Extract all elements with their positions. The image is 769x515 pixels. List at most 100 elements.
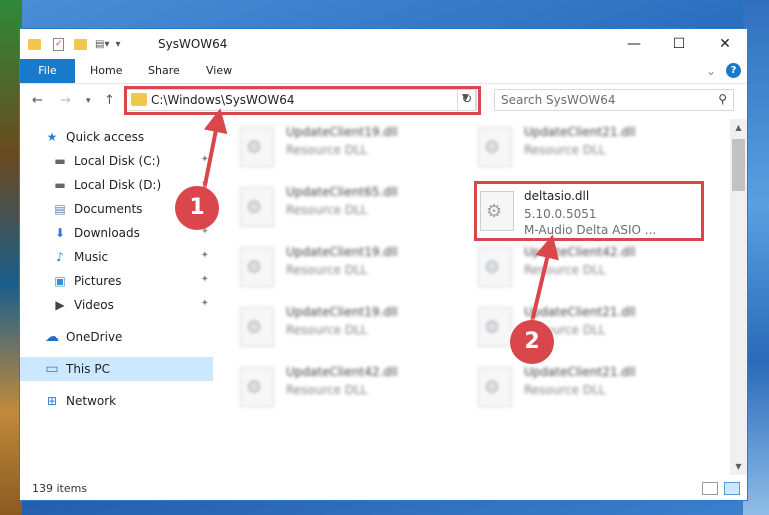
- file-name: UpdateClient21.dll: [524, 305, 636, 319]
- help-icon[interactable]: ?: [726, 63, 741, 78]
- sidebar-item-label: This PC: [66, 362, 110, 376]
- cloud-icon: ☁: [45, 329, 59, 345]
- file-name: UpdateClient42.dll: [524, 245, 636, 259]
- search-icon[interactable]: ⚲: [718, 92, 727, 106]
- pin-icon[interactable]: ✦: [201, 154, 209, 165]
- navigation-bar: ← → ▾ ↑ C:\Windows\SysWOW64 ▼ ↻ ⚲: [20, 85, 747, 117]
- dll-file-icon: ⚙: [240, 187, 274, 227]
- scroll-up-icon[interactable]: ▲: [730, 119, 747, 136]
- back-arrow-icon[interactable]: ←: [32, 93, 43, 108]
- file-name: UpdateClient19.dll: [286, 125, 398, 139]
- sidebar-item-label: Quick access: [66, 130, 145, 144]
- file-type: Resource DLL: [524, 143, 606, 157]
- title-bar: ✓ ▤▾ ▾ SysWOW64 — ☐ ✕: [20, 29, 747, 59]
- sidebar-item-label: Local Disk (D:): [74, 178, 162, 192]
- gear-icon: ⚙: [246, 317, 263, 338]
- expand-ribbon-icon[interactable]: ⌄: [706, 64, 716, 78]
- drive-icon: ▬: [54, 154, 66, 168]
- file-tile[interactable]: ⚙ UpdateClient42.dll Resource DLL: [228, 359, 448, 415]
- file-type: Resource DLL: [524, 263, 606, 277]
- sidebar-item-videos[interactable]: ▶ Videos ✦: [20, 293, 213, 317]
- pin-icon[interactable]: ✦: [201, 250, 209, 261]
- network-icon: ⊞: [46, 394, 58, 408]
- status-bar: 139 items: [20, 477, 747, 500]
- maximize-button[interactable]: ☐: [656, 29, 702, 59]
- sidebar-item-local-disk-c[interactable]: ▬ Local Disk (C:) ✦: [20, 149, 213, 173]
- search-box[interactable]: ⚲: [494, 89, 734, 111]
- file-name: UpdateClient42.dll: [286, 365, 398, 379]
- star-icon: ★: [46, 130, 58, 144]
- dll-file-icon: ⚙: [478, 307, 512, 347]
- pin-icon[interactable]: ✦: [201, 298, 209, 309]
- pin-icon[interactable]: ✦: [201, 274, 209, 285]
- ribbon-tabs: File Home Share View ⌄ ?: [20, 59, 747, 84]
- tab-view[interactable]: View: [198, 59, 240, 83]
- navigation-pane: ★ Quick access ▬ Local Disk (C:) ✦ ▬ Loc…: [20, 121, 213, 476]
- dll-file-icon: ⚙: [240, 307, 274, 347]
- sidebar-item-label: Local Disk (C:): [74, 154, 161, 168]
- file-type: Resource DLL: [286, 143, 368, 157]
- pictures-icon: ▣: [54, 274, 66, 288]
- sidebar-item-pictures[interactable]: ▣ Pictures ✦: [20, 269, 213, 293]
- dll-file-icon: ⚙: [240, 247, 274, 287]
- details-view-icon[interactable]: [702, 482, 718, 495]
- file-highlight-box: [474, 181, 704, 241]
- sidebar-item-label: Documents: [74, 202, 143, 216]
- close-button[interactable]: ✕: [702, 29, 747, 59]
- file-name: UpdateClient21.dll: [524, 125, 636, 139]
- search-input[interactable]: [495, 90, 717, 110]
- sidebar-item-quick-access[interactable]: ★ Quick access: [20, 125, 213, 149]
- dll-file-icon: ⚙: [478, 247, 512, 287]
- sidebar-item-this-pc[interactable]: ▭ This PC: [20, 357, 213, 381]
- file-type: Resource DLL: [286, 203, 368, 217]
- quick-access-toolbar: ✓ ▤▾ ▾: [28, 35, 121, 53]
- file-tile[interactable]: ⚙ UpdateClient21.dll Resource DLL: [466, 119, 686, 175]
- videos-icon: ▶: [55, 298, 65, 312]
- sidebar-item-label: OneDrive: [66, 330, 123, 344]
- scroll-thumb[interactable]: [732, 139, 745, 191]
- file-tile[interactable]: ⚙ UpdateClient19.dll Resource DLL: [228, 119, 448, 175]
- file-type: Resource DLL: [286, 383, 368, 397]
- new-folder-icon[interactable]: [74, 38, 87, 50]
- file-tile[interactable]: ⚙ UpdateClient42.dll Resource DLL: [466, 239, 686, 295]
- gear-icon: ⚙: [246, 137, 263, 158]
- gear-icon: ⚙: [484, 257, 501, 278]
- file-name: UpdateClient65.dll: [286, 185, 398, 199]
- properties-icon[interactable]: ✓: [53, 37, 64, 51]
- folder-icon[interactable]: [28, 38, 41, 50]
- sidebar-item-label: Network: [66, 394, 117, 408]
- file-tile[interactable]: ⚙ UpdateClient19.dll Resource DLL: [228, 239, 448, 295]
- sidebar-item-label: Videos: [74, 298, 114, 312]
- minimize-button[interactable]: —: [611, 29, 657, 59]
- item-count: 139 items: [32, 482, 88, 495]
- tab-home[interactable]: Home: [82, 59, 130, 83]
- toolbar-dropdown-icon[interactable]: ▾: [115, 39, 120, 50]
- sidebar-item-onedrive[interactable]: ☁ OneDrive: [20, 325, 213, 349]
- file-name: UpdateClient21.dll: [524, 365, 636, 379]
- file-tile[interactable]: ⚙ UpdateClient21.dll Resource DLL: [466, 359, 686, 415]
- file-name: UpdateClient19.dll: [286, 245, 398, 259]
- vertical-scrollbar[interactable]: ▲ ▼: [730, 119, 747, 475]
- sidebar-item-label: Music: [74, 250, 109, 264]
- large-icons-view-icon[interactable]: [724, 482, 740, 495]
- sidebar-item-music[interactable]: ♪ Music ✦: [20, 245, 213, 269]
- scroll-down-icon[interactable]: ▼: [730, 458, 747, 475]
- forward-arrow-icon[interactable]: →: [60, 93, 71, 108]
- sidebar-item-label: Downloads: [74, 226, 140, 240]
- file-tile[interactable]: ⚙ UpdateClient65.dll Resource DLL: [228, 179, 448, 235]
- dll-file-icon: ⚙: [240, 367, 274, 407]
- file-tile[interactable]: ⚙ UpdateClient21.dll Resource DLL: [466, 299, 686, 355]
- tab-file[interactable]: File: [20, 59, 75, 83]
- sidebar-item-label: Pictures: [74, 274, 122, 288]
- sidebar-item-network[interactable]: ⊞ Network: [20, 389, 213, 413]
- file-name: UpdateClient19.dll: [286, 305, 398, 319]
- up-arrow-icon[interactable]: ↑: [104, 93, 115, 108]
- tab-share[interactable]: Share: [140, 59, 188, 83]
- customize-toolbar-icon[interactable]: ▤▾: [95, 39, 109, 50]
- file-type: Resource DLL: [286, 263, 368, 277]
- file-list: ⚙ UpdateClient19.dll Resource DLL ⚙ Upda…: [228, 119, 728, 475]
- gear-icon: ⚙: [484, 317, 501, 338]
- recent-locations-icon[interactable]: ▾: [86, 96, 91, 106]
- file-tile[interactable]: ⚙ UpdateClient19.dll Resource DLL: [228, 299, 448, 355]
- music-icon: ♪: [56, 250, 64, 264]
